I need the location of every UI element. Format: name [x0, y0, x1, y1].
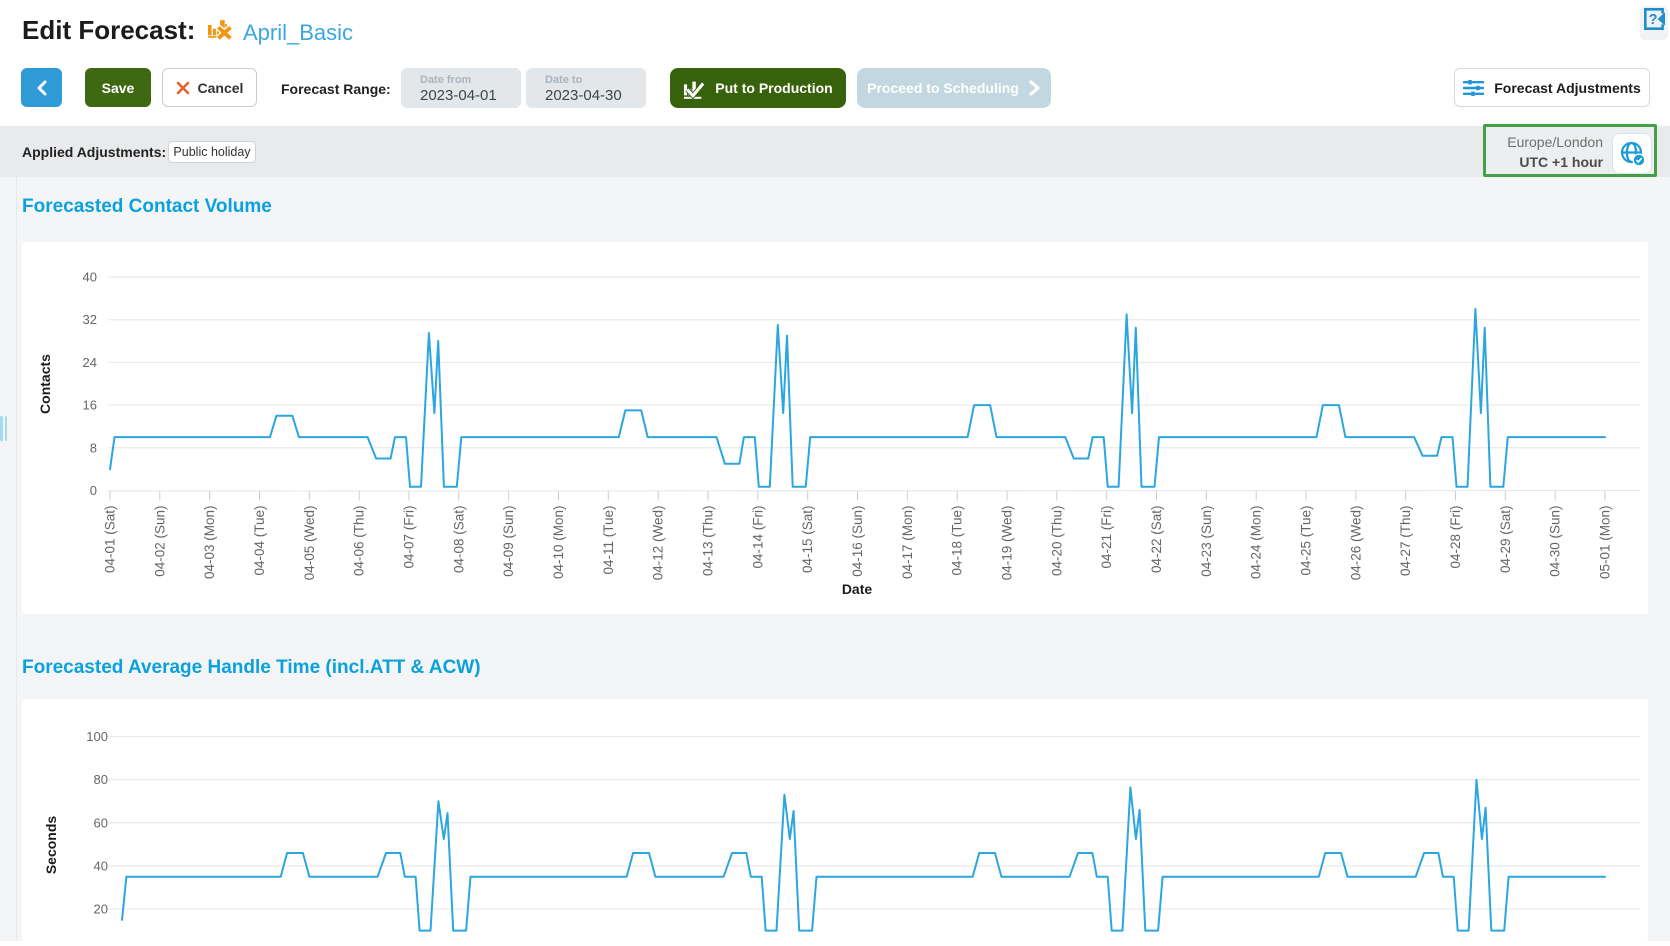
svg-text:16: 16: [83, 398, 97, 413]
svg-text:100: 100: [86, 729, 108, 744]
svg-text:04-29 (Sat): 04-29 (Sat): [1498, 506, 1513, 574]
svg-text:04-02 (Sun): 04-02 (Sun): [152, 506, 167, 577]
svg-text:04-12 (Wed): 04-12 (Wed): [651, 506, 666, 581]
svg-text:?: ?: [1649, 12, 1658, 28]
svg-text:04-04 (Tue): 04-04 (Tue): [252, 506, 267, 576]
svg-text:04-06 (Thu): 04-06 (Thu): [352, 506, 367, 577]
svg-text:20: 20: [94, 902, 108, 917]
svg-text:04-23 (Sun): 04-23 (Sun): [1199, 506, 1214, 577]
svg-text:32: 32: [83, 312, 97, 327]
svg-text:04-11 (Tue): 04-11 (Tue): [601, 506, 616, 575]
svg-text:8: 8: [90, 440, 97, 455]
svg-text:04-30 (Sun): 04-30 (Sun): [1548, 506, 1563, 577]
svg-text:24: 24: [83, 355, 97, 370]
svg-text:04-03 (Mon): 04-03 (Mon): [202, 506, 217, 580]
svg-text:40: 40: [83, 270, 97, 285]
svg-text:04-09 (Sun): 04-09 (Sun): [501, 506, 516, 577]
svg-text:04-22 (Sat): 04-22 (Sat): [1149, 506, 1164, 574]
svg-text:Seconds: Seconds: [43, 816, 59, 875]
svg-text:04-20 (Thu): 04-20 (Thu): [1049, 506, 1064, 577]
svg-text:60: 60: [94, 815, 108, 830]
svg-text:04-16 (Sun): 04-16 (Sun): [850, 506, 865, 577]
svg-text:04-05 (Wed): 04-05 (Wed): [302, 506, 317, 581]
svg-text:Date: Date: [842, 581, 873, 597]
svg-text:04-13 (Thu): 04-13 (Thu): [701, 506, 716, 577]
svg-text:0: 0: [90, 483, 97, 498]
svg-text:04-14 (Fri): 04-14 (Fri): [750, 506, 765, 569]
svg-text:04-26 (Wed): 04-26 (Wed): [1348, 506, 1363, 581]
svg-text:04-25 (Tue): 04-25 (Tue): [1299, 506, 1314, 576]
svg-text:04-27 (Thu): 04-27 (Thu): [1398, 506, 1413, 577]
svg-text:04-21 (Fri): 04-21 (Fri): [1099, 506, 1114, 569]
svg-text:04-17 (Mon): 04-17 (Mon): [900, 506, 915, 580]
svg-text:04-24 (Mon): 04-24 (Mon): [1249, 506, 1264, 580]
svg-text:05-01 (Mon): 05-01 (Mon): [1598, 506, 1613, 580]
svg-text:04-10 (Mon): 04-10 (Mon): [551, 506, 566, 580]
svg-text:04-18 (Tue): 04-18 (Tue): [950, 506, 965, 576]
svg-text:40: 40: [94, 859, 108, 874]
svg-text:04-01 (Sat): 04-01 (Sat): [103, 506, 118, 574]
svg-text:04-07 (Fri): 04-07 (Fri): [402, 506, 417, 569]
svg-text:04-15 (Sat): 04-15 (Sat): [800, 506, 815, 574]
svg-text:Contacts: Contacts: [37, 354, 53, 414]
svg-text:04-08 (Sat): 04-08 (Sat): [451, 506, 466, 574]
svg-text:04-28 (Fri): 04-28 (Fri): [1448, 506, 1463, 569]
svg-text:04-19 (Wed): 04-19 (Wed): [1000, 506, 1015, 581]
svg-text:80: 80: [94, 772, 108, 787]
